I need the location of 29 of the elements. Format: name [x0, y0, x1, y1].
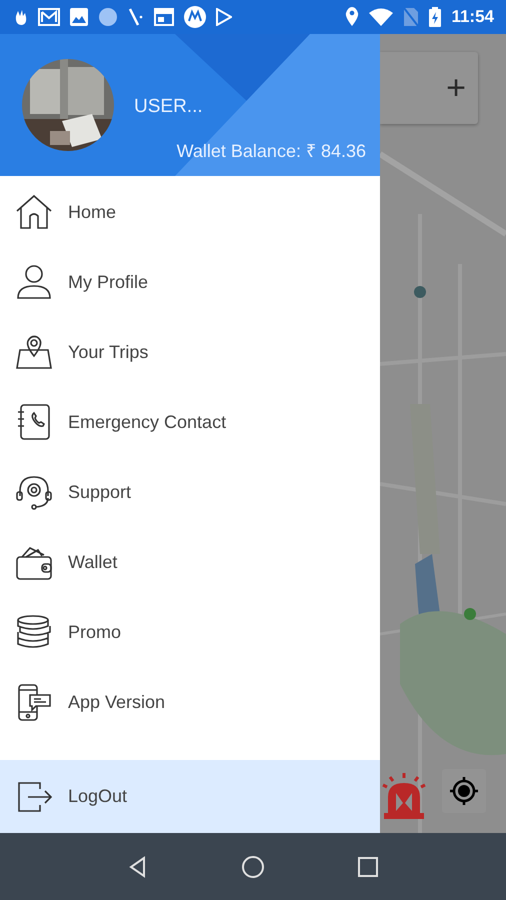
logo-icon	[184, 6, 206, 28]
zoom-in-button[interactable]: +	[380, 52, 478, 124]
battery-icon	[429, 7, 442, 27]
menu-item[interactable]: Your Trips	[0, 317, 380, 387]
menu-item[interactable]: App Version	[0, 667, 380, 737]
home-icon[interactable]	[240, 854, 265, 878]
logout-item[interactable]: LogOut	[0, 760, 380, 833]
menu-item[interactable]: Home	[0, 177, 380, 247]
recents-icon[interactable]	[356, 854, 380, 878]
person-icon	[14, 262, 54, 302]
calendar-icon	[154, 8, 174, 26]
wifi-icon	[369, 8, 394, 26]
menu-item[interactable]: Wallet	[0, 527, 380, 597]
circle-icon	[98, 7, 118, 27]
menu-item[interactable]: My Profile	[0, 247, 380, 317]
clock-time: 11:54	[451, 7, 494, 27]
no-sim-icon	[403, 7, 420, 27]
wallet-balance: Wallet Balance: ₹ 84.36	[176, 140, 366, 162]
house-icon	[14, 192, 54, 232]
location-icon	[345, 7, 360, 27]
play-icon	[216, 8, 232, 26]
my-location-button[interactable]	[442, 769, 486, 813]
image-icon	[70, 8, 88, 26]
menu-item[interactable]: Support	[0, 457, 380, 527]
menu-item[interactable]: Promo	[0, 597, 380, 667]
mail-icon	[38, 8, 60, 26]
slash-icon	[128, 8, 144, 26]
menu-item[interactable]: Emergency Contact	[0, 387, 380, 457]
user-name: USER...	[134, 96, 204, 118]
